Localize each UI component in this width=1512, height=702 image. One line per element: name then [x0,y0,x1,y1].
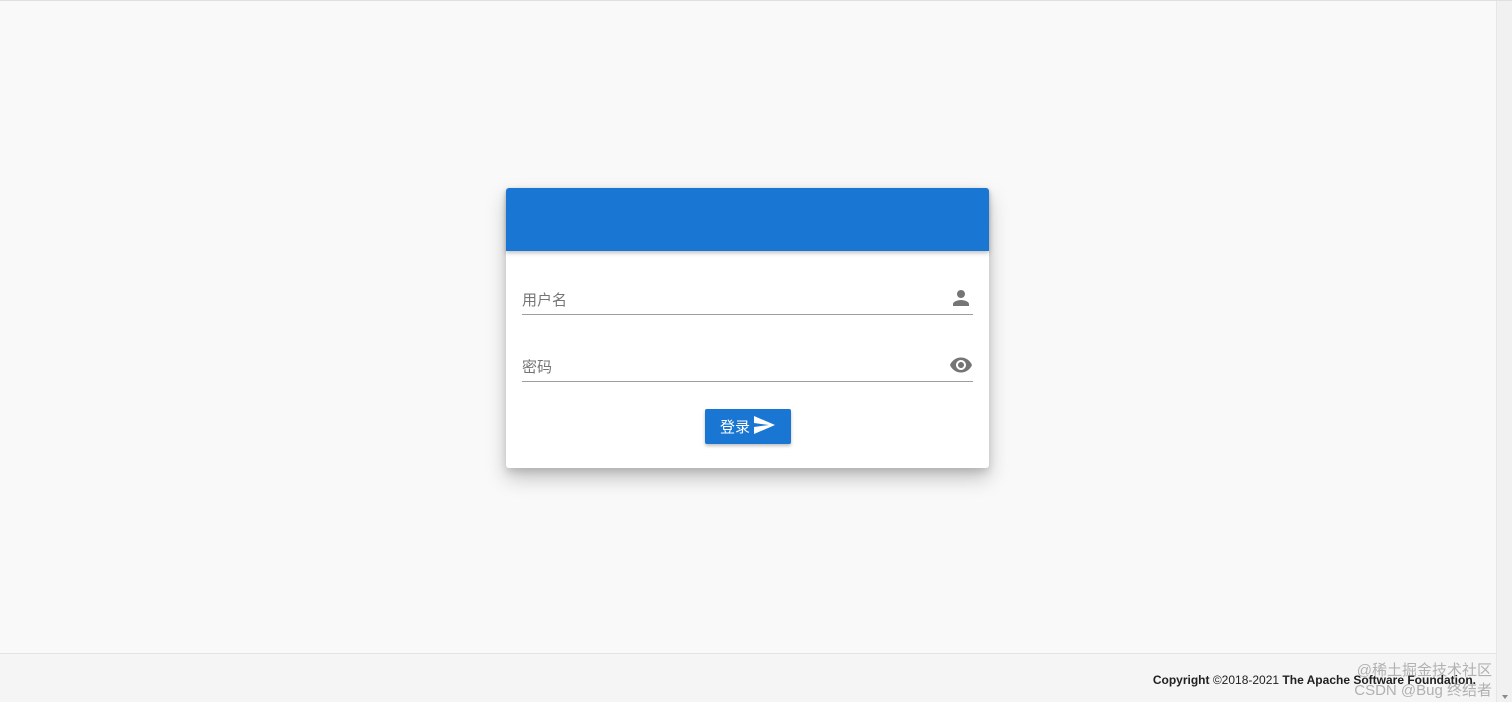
username-field[interactable]: 用户名 [522,279,973,315]
copyright-label: Copyright [1152,673,1210,687]
copyright-years: ©2018-2021 [1212,673,1280,687]
password-field[interactable]: 密码 [522,346,973,382]
send-icon [752,413,776,441]
person-icon [949,286,973,310]
login-page: 用户名 密码 登录 Copyright ©2018-2021 The Apach… [0,0,1512,702]
footer: Copyright ©2018-2021 The Apache Software… [0,653,1496,702]
login-card-header [506,188,989,251]
login-button-label: 登录 [719,419,750,436]
copyright-text: Copyright ©2018-2021 The Apache Software… [1153,673,1476,687]
copyright-organization: The Apache Software Foundation. [1282,673,1476,687]
eye-icon[interactable] [949,353,973,377]
login-button[interactable]: 登录 [705,409,791,444]
scroll-down-arrow-icon[interactable] [1502,695,1508,699]
password-placeholder: 密码 [522,359,553,376]
username-placeholder: 用户名 [522,292,568,309]
vertical-scrollbar[interactable] [1496,1,1512,702]
